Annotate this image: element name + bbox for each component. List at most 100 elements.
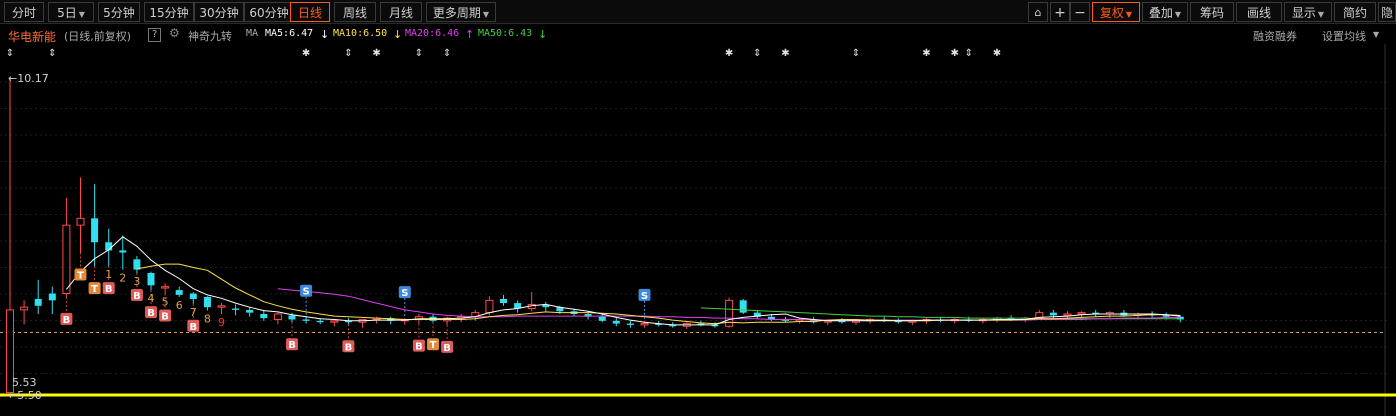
candle-body bbox=[232, 308, 240, 310]
top-marker-icon: ⇕ bbox=[753, 48, 761, 59]
chevron-down-icon[interactable]: ▼ bbox=[1373, 30, 1379, 39]
nine-turn-count: 2 bbox=[119, 272, 126, 285]
nine-turn-count: 8 bbox=[204, 313, 211, 326]
chevron-down-icon: ▼ bbox=[78, 10, 85, 19]
ma20-arrow-icon: ↑ bbox=[465, 28, 475, 41]
period-tab-9[interactable]: 更多周期 ▼ bbox=[426, 2, 496, 22]
signal-label: B bbox=[443, 343, 451, 354]
candle-body bbox=[598, 316, 606, 321]
candle-body bbox=[273, 313, 282, 320]
candle-body bbox=[119, 250, 127, 253]
period-tab-label: 5日 bbox=[57, 6, 77, 20]
period-tab-0[interactable]: 分时 bbox=[4, 2, 44, 22]
signal-label: B bbox=[63, 315, 71, 326]
period-tab-1[interactable]: 5日 ▼ bbox=[48, 2, 94, 22]
toolbar-btn-5[interactable]: 简约 bbox=[1334, 2, 1376, 22]
toolbar-btn-3[interactable]: 画线 bbox=[1236, 2, 1282, 22]
chevron-down-icon: ▼ bbox=[1317, 10, 1325, 19]
candle-body bbox=[626, 323, 634, 325]
signal-label: S bbox=[401, 288, 408, 299]
minus-icon[interactable]: − bbox=[1070, 2, 1090, 22]
period-tab-label: 月线 bbox=[388, 6, 413, 20]
ma-settings-link[interactable]: 设置均线 bbox=[1322, 28, 1366, 44]
chevron-down-icon: ▼ bbox=[1174, 10, 1182, 19]
candle-body bbox=[1077, 312, 1086, 315]
top-marker-icon: ⇕ bbox=[48, 48, 56, 59]
top-marker-icon: ✱ bbox=[951, 48, 959, 59]
candle-body bbox=[175, 290, 183, 295]
indicator-info-bar: 华电新能 (日线,前复权) ? ⚙ 神奇九转 MA MA5:6.47 ↓ MA1… bbox=[0, 26, 1396, 44]
toolbar-btn-1[interactable]: 叠加 ▼ bbox=[1142, 2, 1188, 22]
top-marker-icon: ⇕ bbox=[852, 48, 860, 59]
lock-icon[interactable]: ⌂ bbox=[1028, 2, 1048, 22]
candle-body bbox=[739, 300, 747, 313]
candle-body bbox=[612, 320, 620, 324]
period-tab-6[interactable]: 日线 bbox=[290, 2, 330, 22]
signal-label: B bbox=[147, 308, 155, 319]
signal-label: B bbox=[189, 322, 197, 333]
ma5-value: MA5:6.47 bbox=[265, 28, 314, 39]
signal-label: T bbox=[430, 340, 437, 351]
period-tab-label: 5分钟 bbox=[103, 6, 135, 20]
toolbar-btn-2[interactable]: 筹码 bbox=[1190, 2, 1234, 22]
nine-turn-count: 3 bbox=[133, 275, 140, 288]
toolbar-btn-0[interactable]: 复权 ▼ bbox=[1092, 2, 1140, 22]
period-tab-8[interactable]: 月线 bbox=[380, 2, 422, 22]
top-marker-icon: ✱ bbox=[725, 48, 733, 59]
candle-body bbox=[316, 320, 324, 323]
signal-label: B bbox=[415, 342, 423, 353]
candle-body bbox=[330, 320, 339, 323]
period-tab-label: 60分钟 bbox=[249, 6, 289, 20]
top-marker-icon: ✱ bbox=[922, 48, 930, 59]
toolbar-btn-label: 叠加 bbox=[1148, 6, 1173, 20]
nine-turn-count: 4 bbox=[148, 292, 155, 305]
candle-body bbox=[288, 315, 296, 320]
signal-label: T bbox=[77, 271, 84, 282]
nine-turn-count: 9 bbox=[218, 316, 225, 329]
candle-body bbox=[640, 323, 649, 326]
ma-label: MA bbox=[246, 28, 259, 39]
top-marker-icon: ✱ bbox=[993, 48, 1001, 59]
margin-trading-link[interactable]: 融资融券 bbox=[1253, 28, 1297, 44]
gear-icon[interactable]: ⚙ bbox=[169, 26, 180, 40]
candle-body bbox=[203, 296, 211, 308]
top-marker-icon: ⇕ bbox=[344, 48, 352, 59]
ma5-arrow-icon: ↓ bbox=[320, 28, 330, 41]
help-button[interactable]: ? bbox=[148, 28, 162, 42]
nine-turn-count: 7 bbox=[190, 306, 197, 319]
low-price-label: 5.53 bbox=[12, 376, 37, 389]
top-marker-icon: ⇕ bbox=[6, 48, 14, 59]
toolbar-btn-4[interactable]: 显示 ▼ bbox=[1284, 2, 1332, 22]
candlestick-chart[interactable]: ⇕ ⇕ ✱ ⇕ ✱ ⇕ ⇕ ✱ ⇕ ✱ ⇕ ✱ ✱ ⇕ ✱BTT BBB BBB B B T BS S S1 2 34 5 678 9… bbox=[0, 44, 1396, 416]
period-tab-label: 15分钟 bbox=[149, 6, 189, 20]
toolbar-btn-label: 显示 bbox=[1291, 6, 1316, 20]
candle-body bbox=[76, 217, 85, 226]
candle-body bbox=[34, 298, 42, 306]
period-tab-label: 30分钟 bbox=[199, 6, 239, 20]
candle-body bbox=[147, 273, 155, 286]
candle-body bbox=[217, 305, 226, 308]
toolbar-btn-label: 画线 bbox=[1246, 6, 1271, 20]
ma10-arrow-icon: ↓ bbox=[393, 28, 403, 41]
chevron-down-icon: ▼ bbox=[482, 10, 490, 19]
candle-body bbox=[302, 319, 310, 321]
period-tab-4[interactable]: 30分钟 bbox=[194, 2, 244, 22]
period-tab-3[interactable]: 15分钟 bbox=[144, 2, 194, 22]
period-tab-2[interactable]: 5分钟 bbox=[98, 2, 140, 22]
candle-body bbox=[1049, 312, 1057, 316]
high-price-label: ←10.17 bbox=[8, 72, 49, 85]
candle-body bbox=[20, 306, 29, 311]
period-tab-5[interactable]: 60分钟 bbox=[244, 2, 294, 22]
period-tab-7[interactable]: 周线 bbox=[334, 2, 376, 22]
ma50-arrow-icon: ↓ bbox=[538, 28, 548, 41]
top-marker-icon: ✱ bbox=[781, 48, 789, 59]
indicator-name[interactable]: 神奇九转 bbox=[188, 28, 232, 44]
toolbar-btn-6[interactable]: 隐 bbox=[1378, 2, 1396, 22]
candle-body bbox=[500, 298, 507, 304]
ma50-value: MA50:6.43 bbox=[478, 28, 533, 39]
chevron-down-icon: ▼ bbox=[1125, 10, 1133, 19]
candle-body bbox=[161, 286, 170, 289]
plus-icon[interactable]: + bbox=[1050, 2, 1070, 22]
candle-body bbox=[1063, 313, 1072, 316]
period-tab-label: 分时 bbox=[11, 6, 36, 20]
